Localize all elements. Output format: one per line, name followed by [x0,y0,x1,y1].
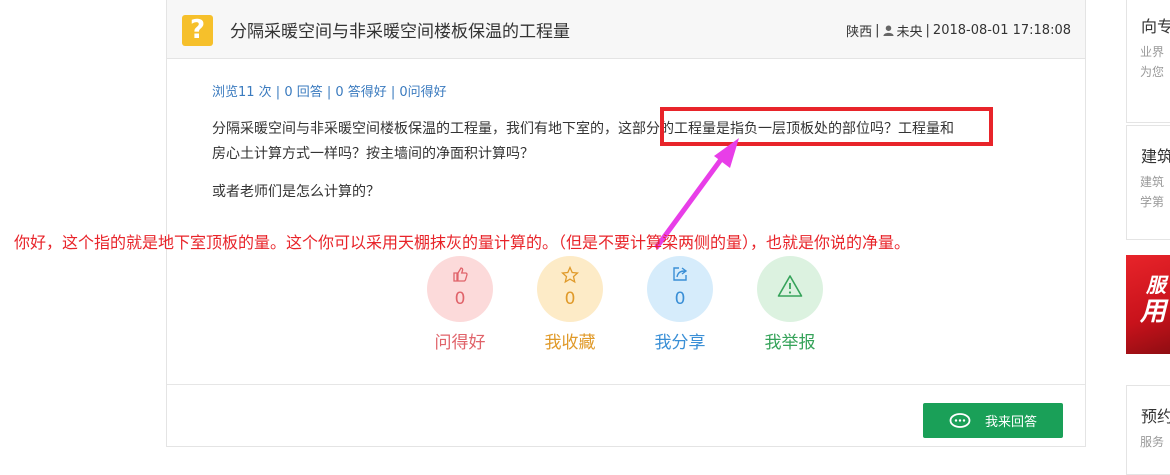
highlight-box [660,107,993,146]
good-question-label[interactable]: 问得好 [405,328,515,353]
favorite-label[interactable]: 我收藏 [515,328,625,353]
username[interactable]: 未央 [897,21,923,40]
sidebar-ad-banner[interactable]: 服 用 [1126,255,1170,354]
sidebar-box-desc: 业界 [1140,45,1165,59]
sidebar-box-3[interactable]: 预约 服务 [1126,385,1170,475]
sidebar-box-1[interactable]: 向专 业界 为您 [1126,0,1170,123]
user-icon [882,25,894,36]
divider [167,384,1085,385]
body-text-part: 分隔采暖空间与非采暖空间楼板保温的工程量，我们有地下室的， [212,121,618,137]
answer-button-label: 我来回答 [984,415,1037,430]
body-text-part: 房心土计算方式一样吗？按主墙间的净面积计算吗？ [212,146,534,162]
action-report[interactable]: 我举报 [735,256,845,353]
sidebar-box-title: 向专 [1141,17,1170,36]
thumbs-up-icon [453,267,468,282]
location-text[interactable]: 陕西 [846,21,872,40]
sidebar-box-desc: 学第 [1140,195,1165,209]
share-count: 0 [674,289,686,309]
annotation-answer-text: 你好，这个指的就是地下室顶板的量。这个你可以采用天棚抹灰的量计算的。（但是不要计… [14,233,911,252]
post-datetime: 2018-08-01 17:18:08 [932,23,1071,38]
star-icon [561,266,579,284]
meta-separator: | [875,23,880,38]
action-good-question[interactable]: 0 问得好 [405,256,515,353]
share-label[interactable]: 我分享 [625,328,735,353]
favorite-count: 0 [564,289,576,309]
ad-text: 用 [1140,297,1167,327]
report-label[interactable]: 我举报 [735,328,845,353]
question-title[interactable]: 分隔采暖空间与非采暖空间楼板保温的工程量 [230,17,570,42]
question-card: ? 分隔采暖空间与非采暖空间楼板保温的工程量 陕西 | 未央 | 2018-08… [166,0,1086,447]
question-mark-icon: ? [182,15,213,46]
action-circle[interactable] [757,256,823,322]
share-icon [673,267,688,281]
sidebar-box-desc: 建筑 [1140,175,1165,189]
action-favorite[interactable]: 0 我收藏 [515,256,625,353]
chat-bubble-icon [949,412,971,428]
good-question-count: 0 [454,289,466,309]
action-circle[interactable]: 0 [537,256,603,322]
question-paragraph-2: 或者老师们是怎么计算的？ [212,184,380,200]
question-header: ? 分隔采暖空间与非采暖空间楼板保温的工程量 陕西 | 未央 | 2018-08… [167,0,1085,59]
sidebar-box-2[interactable]: 建筑 建筑 学第 [1126,125,1170,240]
sidebar-box-title: 建筑 [1141,147,1170,166]
sidebar-box-desc: 为您 [1140,65,1165,79]
action-circle[interactable]: 0 [427,256,493,322]
action-circle[interactable]: 0 [647,256,713,322]
sidebar-box-title: 预约 [1141,407,1170,426]
meta-separator: | [925,23,930,38]
warning-icon [777,275,803,297]
question-meta: 陕西 | 未央 | 2018-08-01 17:18:08 [846,21,1071,40]
question-stats: 浏览11 次 | 0 回答 | 0 答得好 | 0问得好 [212,85,447,100]
sidebar-box-desc: 服务 [1140,435,1165,449]
answer-button[interactable]: 我来回答 [923,403,1063,438]
action-share[interactable]: 0 我分享 [625,256,735,353]
